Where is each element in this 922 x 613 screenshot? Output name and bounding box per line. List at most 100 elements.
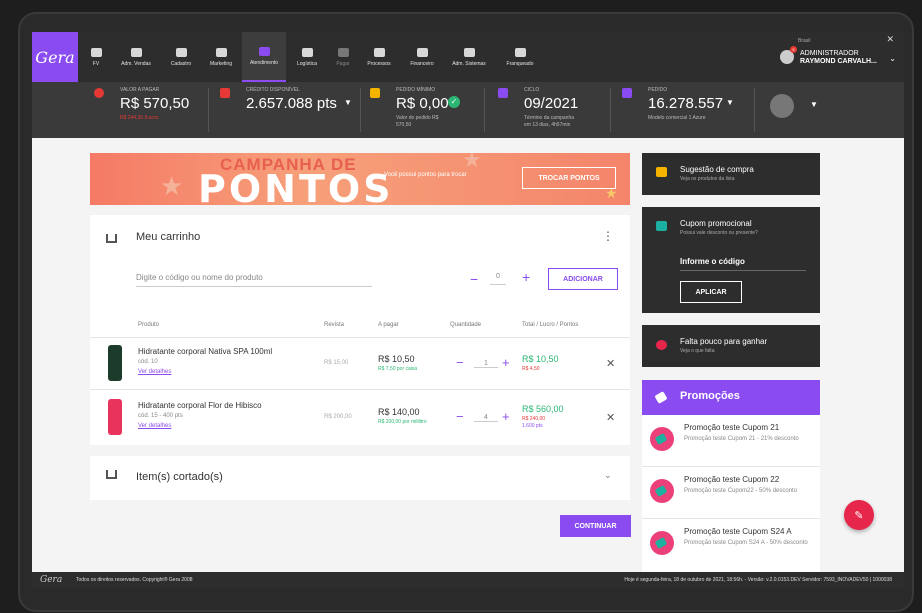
more-vert-icon[interactable]: ⋮ bbox=[602, 229, 614, 243]
pedido-min-sub: Valor do pedido R$ 570,50 bbox=[396, 115, 438, 129]
pencil-icon: ✎ bbox=[854, 509, 864, 522]
nav-franqueado[interactable]: Franqueado bbox=[500, 36, 540, 78]
product-image bbox=[108, 345, 122, 381]
promo-item[interactable]: Promoção teste Cupom 21 Promoção teste C… bbox=[642, 415, 820, 467]
nav-adm-sistemas[interactable]: Adm. Sistemas bbox=[446, 36, 492, 78]
nav-cadastro[interactable]: Cadastro bbox=[164, 36, 198, 78]
bulb-icon bbox=[373, 47, 385, 57]
nav-adm-vendas[interactable]: Adm. Vendas bbox=[116, 36, 156, 78]
chat-icon bbox=[258, 46, 270, 56]
coin-icon bbox=[416, 47, 428, 57]
adicionar-button[interactable]: ADICIONAR bbox=[548, 268, 618, 290]
product-name: Hidratante corporal Nativa SPA 100ml bbox=[138, 347, 273, 356]
qty-minus-button[interactable]: − bbox=[470, 271, 478, 287]
truck-icon bbox=[301, 47, 313, 57]
pedido-minimo: PEDIDO MÍNIMO R$ 0,00 ✓ Valor do pedido … bbox=[370, 86, 480, 134]
nav-label: Logística bbox=[296, 60, 317, 67]
info-bar: VALOR A PAGAR R$ 570,50 R$ 244,30 /Lucro… bbox=[32, 82, 904, 138]
footer-logo: Gera bbox=[40, 575, 63, 585]
promo-item[interactable]: Promoção teste Cupom S24 A Promoção test… bbox=[642, 519, 820, 571]
user-menu[interactable]: Brasil 5 ADMINISTRADOR RAYMOND CARVALH..… bbox=[778, 34, 896, 76]
cart-title: Meu carrinho bbox=[136, 231, 201, 243]
col-apagar: A pagar bbox=[378, 322, 399, 328]
customer-avatar[interactable] bbox=[770, 94, 794, 118]
sugestao-title: Sugestão de compra bbox=[680, 165, 754, 174]
unit-price-sub: R$ 200,00 por mililitro bbox=[378, 419, 427, 425]
chevron-down-icon[interactable]: ⌄ bbox=[604, 470, 612, 481]
cupom-sub: Possui vale desconto ou presente? bbox=[680, 230, 758, 236]
ver-detalhes-link[interactable]: Ver detalhes bbox=[138, 423, 171, 429]
basket-icon bbox=[370, 88, 380, 98]
pedido[interactable]: PEDIDO 16.278.557 ▼ Modelo comercial 1 A… bbox=[622, 86, 752, 134]
unit-price-sub: R$ 7,50 por caixa bbox=[378, 366, 418, 372]
qty-minus-button[interactable]: − bbox=[456, 409, 464, 424]
cut-items-card[interactable]: Item(s) cortado(s) ⌄ bbox=[90, 456, 630, 500]
qty-input[interactable]: 0 bbox=[490, 273, 506, 285]
nav-processos[interactable]: Processos bbox=[362, 36, 396, 78]
continuar-button[interactable]: CONTINUAR bbox=[560, 515, 631, 537]
falta-pouco-card[interactable]: Falta pouco para ganhar Veja o que falta bbox=[642, 325, 820, 367]
divider bbox=[754, 88, 755, 132]
close-icon[interactable]: ✕ bbox=[886, 34, 894, 45]
qty-plus-button[interactable]: + bbox=[522, 269, 530, 285]
qty-minus-button[interactable]: − bbox=[456, 355, 464, 370]
qty-plus-button[interactable]: + bbox=[502, 355, 510, 370]
qty-input[interactable]: 1 bbox=[474, 360, 498, 368]
valor-label: VALOR A PAGAR bbox=[120, 87, 160, 93]
promo-item[interactable]: Promoção teste Cupom 22 Promoção teste C… bbox=[642, 467, 820, 519]
qty-input[interactable]: 4 bbox=[474, 414, 498, 422]
trocar-pontos-button[interactable]: TROCAR PONTOS bbox=[522, 167, 616, 189]
nav-label: Marketing bbox=[210, 60, 232, 67]
ticket-icon bbox=[656, 221, 667, 231]
ciclo-sub-line2: em 13 dias, 4h57min bbox=[524, 122, 571, 128]
id-card-icon bbox=[175, 47, 187, 57]
aplicar-button[interactable]: APLICAR bbox=[680, 281, 742, 303]
unit-price: R$ 140,00 bbox=[378, 407, 420, 417]
product-name: Hidratante corporal Flor de Hibisco bbox=[138, 401, 262, 410]
caret-down-icon[interactable]: ▼ bbox=[726, 98, 734, 107]
top-nav: Gera FV Adm. Vendas Cadastro Marketing A… bbox=[32, 32, 904, 82]
chevron-down-icon[interactable]: ⌄ bbox=[889, 54, 896, 63]
sugestao-compra-card[interactable]: Sugestão de compra Veja os produtos da l… bbox=[642, 153, 820, 195]
nav-financeiro[interactable]: Financeiro bbox=[404, 36, 440, 78]
footer-version: Hoje é segunda-feira, 18 de outubro de 2… bbox=[624, 577, 892, 583]
product-image bbox=[108, 399, 122, 435]
nav-atendimento[interactable]: Atendimento bbox=[242, 32, 286, 82]
caret-down-icon[interactable]: ▼ bbox=[810, 100, 818, 109]
card-icon bbox=[337, 47, 349, 57]
product-search-input[interactable]: Digite o código ou nome do produto bbox=[136, 273, 372, 287]
promo-desc: Promoção teste Cupom 21 - 21% desconto bbox=[684, 436, 799, 442]
nav-pagar[interactable]: Pagar bbox=[330, 36, 356, 78]
nav-logistica[interactable]: Logística bbox=[290, 36, 324, 78]
col-quantidade: Quantidade bbox=[450, 322, 482, 328]
nav-marketing[interactable]: Marketing bbox=[204, 36, 238, 78]
nav-label: Processos bbox=[367, 60, 391, 67]
divider bbox=[610, 88, 611, 132]
caret-down-icon[interactable]: ▼ bbox=[344, 98, 352, 107]
product-code: cód. 15 - 400 pts bbox=[138, 413, 183, 419]
promotions-panel: Promoções Promoção teste Cupom 21 Promoç… bbox=[642, 380, 820, 588]
pedido-min-sub-line1: Valor do pedido R$ bbox=[396, 115, 439, 121]
qty-plus-button[interactable]: + bbox=[502, 409, 510, 424]
gera-logo[interactable]: Gera bbox=[32, 32, 78, 82]
bulb-icon bbox=[215, 47, 227, 57]
calendar-icon bbox=[498, 88, 508, 98]
row-pontos: 1.600 pts bbox=[522, 423, 543, 429]
cart-icon bbox=[130, 47, 142, 57]
pedido-min-sub-line2: 570,50 bbox=[396, 122, 412, 128]
edit-fab[interactable]: ✎ bbox=[844, 500, 874, 530]
nav-fv[interactable]: FV bbox=[84, 36, 108, 78]
remove-icon[interactable]: ✕ bbox=[606, 357, 615, 370]
credito-disponivel[interactable]: CRÉDITO DISPONÍVEL 2.657.088 pts ▼ bbox=[220, 86, 360, 134]
cupom-title: Cupom promocional bbox=[680, 219, 752, 228]
cupom-card: Cupom promocional Possui vale desconto o… bbox=[642, 207, 820, 313]
tag-icon bbox=[650, 531, 674, 555]
footer: Gera Todos os direitos reservados. Copyr… bbox=[32, 572, 904, 588]
ver-detalhes-link[interactable]: Ver detalhes bbox=[138, 369, 171, 375]
notification-badge[interactable]: 5 bbox=[790, 46, 797, 53]
remove-icon[interactable]: ✕ bbox=[606, 411, 615, 424]
star-decoration: ★ bbox=[160, 171, 184, 201]
sugestao-sub: Veja os produtos da lista bbox=[680, 176, 735, 182]
coupon-code-input[interactable]: Informe o código bbox=[680, 257, 806, 271]
person-icon bbox=[90, 47, 102, 57]
